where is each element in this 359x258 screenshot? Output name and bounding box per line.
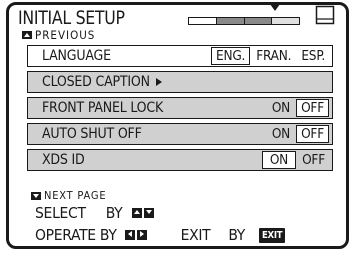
previous-label: PREVIOUS (35, 28, 96, 42)
arrow-right-key-icon (136, 230, 147, 240)
language-option-esp[interactable]: ESP. (297, 48, 329, 64)
exit-by-label: BY (228, 226, 246, 244)
up-down-keys (132, 208, 155, 218)
front-panel-lock-row[interactable]: FRONT PANEL LOCK ON OFF (27, 97, 333, 119)
operate-label: OPERATE BY (35, 226, 117, 244)
previous-link[interactable]: PREVIOUS (22, 28, 95, 42)
exit-key-icon: EXIT (259, 227, 286, 243)
auto-shut-off-on[interactable]: ON (268, 126, 294, 142)
auto-shut-off-row[interactable]: AUTO SHUT OFF ON OFF (27, 123, 333, 145)
progress-segment (189, 18, 217, 24)
page-progress-bar (188, 17, 300, 25)
page-title: INITIAL SETUP (18, 7, 125, 29)
select-by-label: BY (105, 204, 123, 222)
triangle-up-icon (22, 31, 32, 39)
select-hint: SELECT BY (35, 204, 155, 222)
xds-id-off[interactable]: OFF (298, 152, 329, 168)
xds-id-options: ON OFF (261, 151, 329, 169)
arrow-down-key-icon (144, 208, 155, 218)
auto-shut-off-options: ON OFF (268, 125, 329, 143)
arrow-left-key-icon (124, 230, 135, 240)
language-label: LANGUAGE (42, 48, 111, 64)
closed-caption-row[interactable]: CLOSED CAPTION (27, 71, 333, 93)
chevron-right-icon (155, 78, 162, 86)
front-panel-lock-off[interactable]: OFF (296, 99, 329, 117)
front-panel-lock-options: ON OFF (268, 99, 329, 117)
setup-options-list: LANGUAGE ENG. FRAN. ESP. CLOSED CAPTION … (27, 45, 333, 175)
next-page-label: NEXT PAGE (44, 189, 107, 202)
front-panel-lock-label: FRONT PANEL LOCK (42, 100, 164, 116)
triangle-down-icon (31, 191, 41, 200)
left-right-keys (124, 230, 147, 240)
progress-marker-icon (270, 4, 280, 11)
closed-caption-label: CLOSED CAPTION (42, 74, 150, 90)
language-row[interactable]: LANGUAGE ENG. FRAN. ESP. (27, 45, 333, 67)
language-options: ENG. FRAN. ESP. (210, 47, 329, 65)
tv-icon (315, 5, 335, 25)
language-option-fran[interactable]: FRAN. (252, 48, 295, 64)
progress-segment (272, 18, 299, 24)
arrow-up-key-icon (132, 208, 143, 218)
xds-id-on[interactable]: ON (261, 151, 297, 169)
operate-exit-hint: OPERATE BY EXIT BY EXIT (35, 226, 286, 244)
front-panel-lock-on[interactable]: ON (268, 100, 294, 116)
progress-segment (216, 18, 245, 24)
progress-segment (244, 18, 273, 24)
xds-id-label: XDS ID (42, 152, 85, 168)
xds-id-row[interactable]: XDS ID ON OFF (27, 149, 333, 171)
exit-label: EXIT (180, 226, 211, 244)
select-label: SELECT (35, 204, 86, 222)
language-option-eng[interactable]: ENG. (210, 47, 251, 65)
next-page-link[interactable]: NEXT PAGE (31, 189, 106, 202)
auto-shut-off-off[interactable]: OFF (296, 125, 329, 143)
auto-shut-off-label: AUTO SHUT OFF (42, 126, 142, 142)
